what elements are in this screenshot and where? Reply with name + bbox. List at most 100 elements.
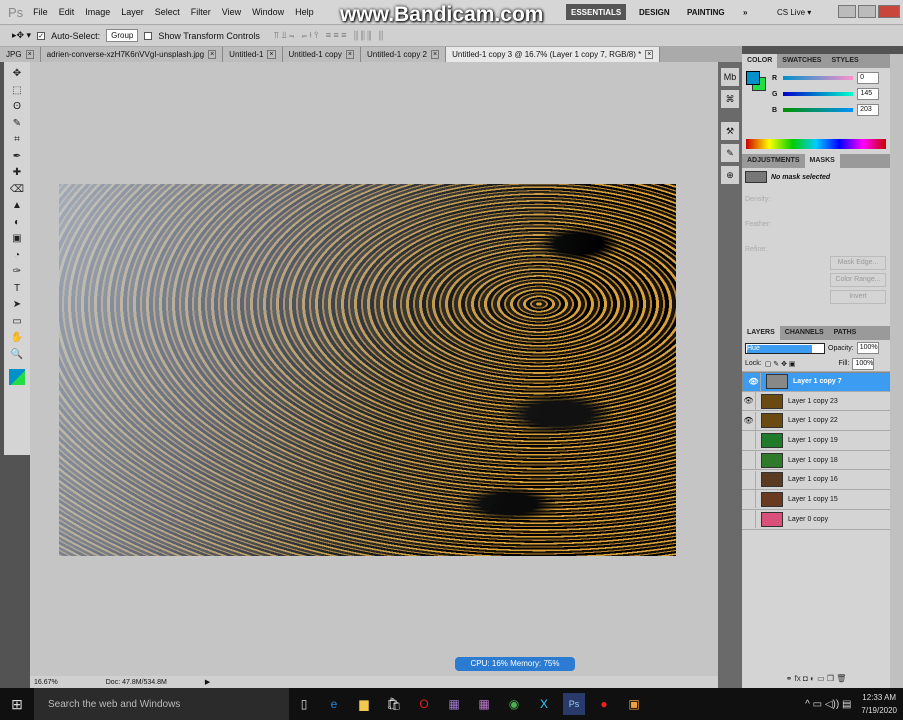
tab-adjustments[interactable]: ADJUSTMENTS <box>742 154 805 168</box>
tool-icon-10[interactable]: ▣ <box>9 231 25 247</box>
visibility-eye-icon[interactable] <box>742 470 756 489</box>
layer-row[interactable]: 👁 Layer 1 copy 22 <box>742 411 890 432</box>
menu-filter[interactable]: Filter <box>191 7 211 17</box>
opera-icon[interactable]: O <box>413 697 435 711</box>
menu-layer[interactable]: Layer <box>121 7 144 17</box>
opacity-input[interactable]: 100% <box>856 342 879 354</box>
menu-window[interactable]: Window <box>252 7 284 17</box>
foreground-color-swatch[interactable] <box>746 71 760 85</box>
tool-icon-1[interactable]: ⬚ <box>9 83 25 99</box>
tab-untitled-1[interactable]: Untitled-1 × <box>223 47 283 62</box>
layer-row[interactable]: 👁 Layer 1 copy 7 <box>742 372 890 392</box>
visibility-eye-icon[interactable] <box>742 431 756 450</box>
bandicam-icon[interactable]: ● <box>593 697 615 711</box>
tab-jpg[interactable]: JPG × <box>0 47 41 62</box>
tab-untitled-1-copy[interactable]: Untitled-1 copy × <box>282 47 361 62</box>
tool-icon-0[interactable]: ✥ <box>9 66 25 82</box>
menu-edit[interactable]: Edit <box>59 7 75 17</box>
doc-size[interactable]: Doc: 47.8M/534.8M <box>106 679 167 686</box>
zoom-level[interactable]: 16.67% <box>34 679 58 686</box>
workspace-essentials[interactable]: ESSENTIALS <box>566 4 627 20</box>
menu-help[interactable]: Help <box>295 7 314 17</box>
brush-icon[interactable]: ✎ <box>721 144 739 162</box>
layer-row[interactable]: 👁 Layer 1 copy 23 <box>742 392 890 412</box>
auto-select-checkbox[interactable]: ✓ <box>37 31 46 40</box>
app-icon-2[interactable]: ▦ <box>473 697 495 711</box>
tool-icon-6[interactable]: ✚ <box>9 165 25 181</box>
cs-live-button[interactable]: CS Live ▾ <box>772 4 816 20</box>
edge-icon[interactable]: e <box>323 697 345 711</box>
tab-styles[interactable]: STYLES <box>826 54 863 68</box>
menu-select[interactable]: Select <box>155 7 180 17</box>
tray-icons[interactable]: ^ ▭ ◁)) ▤ <box>805 699 851 710</box>
store-icon[interactable]: 🛍 <box>383 697 405 711</box>
panel-scrollbar[interactable] <box>890 54 903 688</box>
taskbar-search[interactable]: Search the web and Windows <box>34 688 289 720</box>
layer-row[interactable]: Layer 1 copy 15 <box>742 490 890 510</box>
tab-unsplash[interactable]: adrien-converse-xzH7K6nVVgI-unsplash.jpg… <box>40 47 224 62</box>
clone-source-icon[interactable]: ⊕ <box>721 166 739 184</box>
layer-row[interactable]: Layer 1 copy 18 <box>742 451 890 471</box>
blend-mode-dropdown[interactable]: Hue <box>747 344 812 353</box>
tool-icon-13[interactable]: T <box>9 281 25 297</box>
windows-start-icon[interactable]: ⊞ <box>6 696 28 713</box>
app-icon[interactable]: ▦ <box>443 697 465 711</box>
task-view-icon[interactable]: ▯ <box>293 697 315 711</box>
clock[interactable]: 12:33 AM 7/19/2020 <box>861 691 897 717</box>
visibility-eye-icon[interactable] <box>742 490 756 509</box>
visibility-eye-icon[interactable]: 👁 <box>742 411 756 430</box>
minimize-button[interactable] <box>838 5 856 18</box>
layer-row[interactable]: Layer 0 copy <box>742 510 890 530</box>
tool-icon-8[interactable]: ▲ <box>9 198 25 214</box>
status-menu-arrow[interactable]: ▶ <box>205 678 210 686</box>
chrome-icon[interactable]: ◉ <box>503 697 525 711</box>
move-tool-icon[interactable]: ▸✥ ▾ <box>12 30 31 41</box>
close-icon[interactable]: × <box>208 50 217 59</box>
align-icons[interactable]: ⫪ ⫫ ⫬ ⫭ ⫮ ⫯ ≡ ≡ ≡ ⫼ ⫼ ⫼ ⫼ <box>274 30 383 41</box>
close-icon[interactable]: × <box>645 50 654 59</box>
tool-icon-12[interactable]: ✑ <box>9 264 25 280</box>
visibility-eye-icon[interactable] <box>742 451 756 470</box>
layers-footer-icons[interactable]: ⚭ fx ◘ ◐ ▭ ❐ 🗑 <box>742 674 890 683</box>
fg-bg-color-icon[interactable] <box>9 369 25 385</box>
tool-icon-11[interactable]: ◔ <box>9 248 25 264</box>
photoshop-taskbar-icon[interactable]: Ps <box>563 693 585 715</box>
menu-image[interactable]: Image <box>85 7 110 17</box>
tool-icon-14[interactable]: ➤ <box>9 297 25 313</box>
color-range-button[interactable]: Color Range... <box>830 273 886 287</box>
tool-icon-15[interactable]: ▭ <box>9 314 25 330</box>
blue-value-input[interactable]: 203 <box>857 104 880 116</box>
tab-paths[interactable]: PATHS <box>829 326 862 340</box>
tab-swatches[interactable]: SWATCHES <box>777 54 826 68</box>
green-slider[interactable] <box>783 92 854 96</box>
tab-untitled-1-copy-2[interactable]: Untitled-1 copy 2 × <box>360 47 447 62</box>
auto-select-dropdown[interactable]: Group <box>106 29 139 42</box>
workspace-design[interactable]: DESIGN <box>634 4 675 20</box>
mask-edge-button[interactable]: Mask Edge... <box>830 256 886 270</box>
tool-icon-4[interactable]: ⌗ <box>9 132 25 148</box>
x-app-icon[interactable]: X <box>533 697 555 711</box>
red-slider[interactable] <box>783 76 854 80</box>
maximize-button[interactable] <box>858 5 876 18</box>
red-value-input[interactable]: 0 <box>857 72 880 84</box>
invert-button[interactable]: Invert <box>830 290 886 304</box>
layer-row[interactable]: Layer 1 copy 19 <box>742 431 890 451</box>
tab-masks[interactable]: MASKS <box>804 154 840 168</box>
history-icon[interactable]: ⌘ <box>721 90 739 108</box>
fill-input[interactable]: 100% <box>852 357 875 370</box>
tool-icon-5[interactable]: ✒ <box>9 149 25 165</box>
visibility-eye-icon[interactable] <box>742 510 756 529</box>
layer-row[interactable]: Layer 1 copy 16 <box>742 470 890 491</box>
close-button[interactable] <box>878 5 900 18</box>
tab-layers[interactable]: LAYERS <box>742 326 780 340</box>
tool-icon-9[interactable]: ◐ <box>9 215 25 231</box>
close-icon[interactable]: × <box>25 50 34 59</box>
menu-view[interactable]: View <box>222 7 241 17</box>
close-icon[interactable]: × <box>345 50 354 59</box>
workspace-more[interactable]: » <box>738 4 752 20</box>
blue-slider[interactable] <box>783 108 854 112</box>
visibility-eye-icon[interactable]: 👁 <box>747 372 761 391</box>
workspace-painting[interactable]: PAINTING <box>682 4 730 20</box>
media-icon[interactable]: ▣ <box>623 697 645 711</box>
tool-icon-2[interactable]: ʘ <box>9 99 25 115</box>
